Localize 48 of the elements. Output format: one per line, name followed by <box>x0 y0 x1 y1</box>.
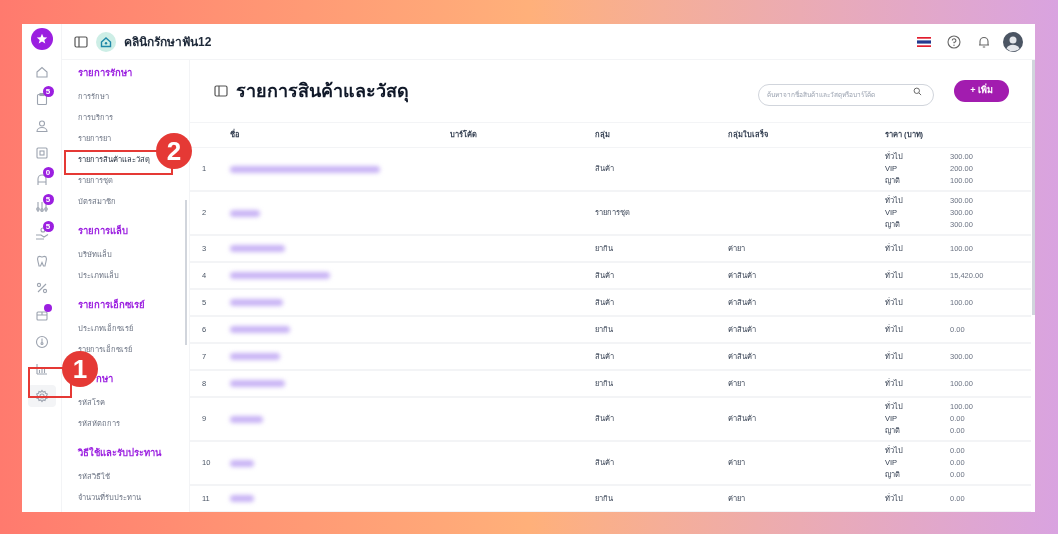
person-icon <box>34 119 49 133</box>
section-heading: วิธีใช้และรับประทาน <box>78 446 161 460</box>
blurred-name <box>230 326 290 333</box>
dial-icon <box>34 335 49 349</box>
blurred-name <box>230 245 285 252</box>
badge: 5 <box>42 194 54 205</box>
hand-icon <box>34 227 49 241</box>
clipboard-icon <box>34 92 49 106</box>
badge: 0 <box>42 167 54 178</box>
app-logo-icon[interactable] <box>30 28 53 50</box>
blurred-name <box>230 415 263 423</box>
percent-icon <box>34 281 49 295</box>
blurred-name <box>230 353 280 360</box>
section-heading: รายการแล็บ <box>78 223 128 238</box>
blurred-name <box>230 209 260 217</box>
blurred-name <box>230 459 254 467</box>
clinic-name[interactable]: คลินิกรักษาฟัน12 <box>124 32 212 51</box>
calendar-icon <box>34 146 49 160</box>
box-icon <box>34 308 49 322</box>
chair-icon <box>34 173 49 187</box>
blurred-name <box>230 299 283 306</box>
section-heading: รายการเอ็กซเรย์ <box>78 297 145 312</box>
avatar-icon[interactable] <box>1003 31 1023 52</box>
rail-button[interactable]: 5 <box>27 223 56 245</box>
section-heading: รายการรักษา <box>78 66 132 80</box>
thai-flag-icon[interactable] <box>917 36 931 47</box>
section-heading: กษา <box>96 372 113 386</box>
add-button[interactable]: + เพิ่ม <box>954 80 1009 102</box>
bell-icon[interactable] <box>977 34 991 49</box>
panel-icon <box>214 84 228 98</box>
help-icon[interactable] <box>947 34 961 49</box>
badge: 5 <box>42 86 54 97</box>
bar-chart-icon <box>34 362 49 376</box>
home-icon <box>34 65 49 79</box>
blurred-name <box>230 495 254 502</box>
rail-button[interactable]: 5 <box>27 88 56 110</box>
sliders-icon <box>34 200 49 214</box>
sidebar-toggle-icon[interactable] <box>74 34 88 49</box>
badge: 5 <box>42 221 54 232</box>
blurred-name <box>230 380 285 387</box>
settings-icon <box>34 389 49 403</box>
rail-button[interactable]: 0 <box>27 169 56 191</box>
step-number: 2 <box>156 133 192 169</box>
search-icon[interactable] <box>913 86 923 96</box>
tooth-icon <box>34 254 49 268</box>
page-title: รายการสินค้าและวัสดุ <box>236 79 409 105</box>
clinic-logo-icon <box>96 31 116 52</box>
rail-button[interactable]: 5 <box>27 196 56 218</box>
